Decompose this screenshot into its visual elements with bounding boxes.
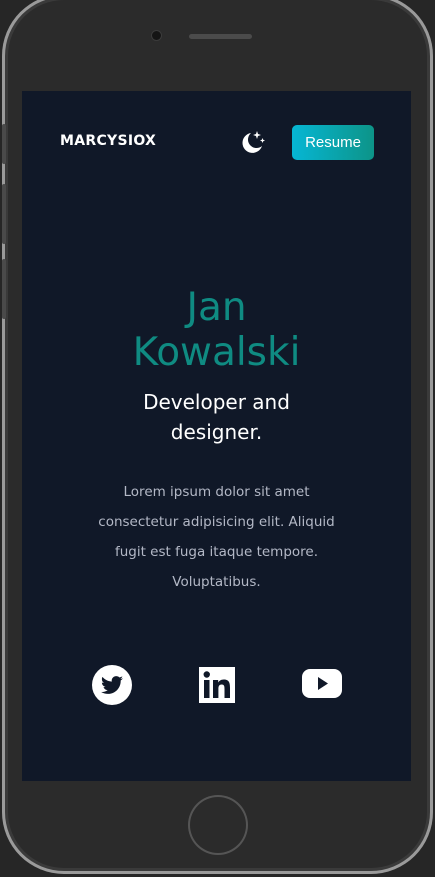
phone-speaker [189,34,252,39]
youtube-icon [302,669,342,698]
hero-role-line: Developer and [143,390,290,414]
phone-side-button [2,259,6,319]
twitter-icon [92,665,132,705]
screen: MARCYSIOX Resume Jan Kowalski Developer … [22,91,411,781]
hero-section: Jan Kowalski Developer and designer. Lor… [22,285,411,597]
moon-stars-icon [242,131,265,153]
twitter-link[interactable] [92,665,132,705]
phone-side-button [2,124,6,164]
site-logo[interactable]: MARCYSIOX [60,133,156,149]
hero-bio-line: consectetur adipisicing elit. Aliquid [98,514,335,530]
hero-role-line: designer. [170,420,263,444]
hero-name: Jan Kowalski [22,285,411,375]
phone-camera [152,31,161,40]
linkedin-link[interactable] [199,667,235,707]
resume-button[interactable]: Resume [292,125,374,160]
hero-name-first: Jan [186,285,247,330]
youtube-link[interactable] [302,669,342,709]
hero-name-last: Kowalski [132,330,301,375]
hero-bio-line: fugit est fuga itaque tempore. [114,544,319,560]
theme-toggle[interactable] [238,129,266,157]
hero-bio-line: Lorem ipsum dolor sit amet [123,484,310,500]
phone-home-button[interactable] [188,795,248,855]
hero-bio: Lorem ipsum dolor sit amet consectetur a… [97,477,337,597]
linkedin-icon [199,667,235,703]
hero-role: Developer and designer. [127,387,307,447]
phone-side-button [2,184,6,244]
hero-bio-line: Voluptatibus. [172,574,261,590]
